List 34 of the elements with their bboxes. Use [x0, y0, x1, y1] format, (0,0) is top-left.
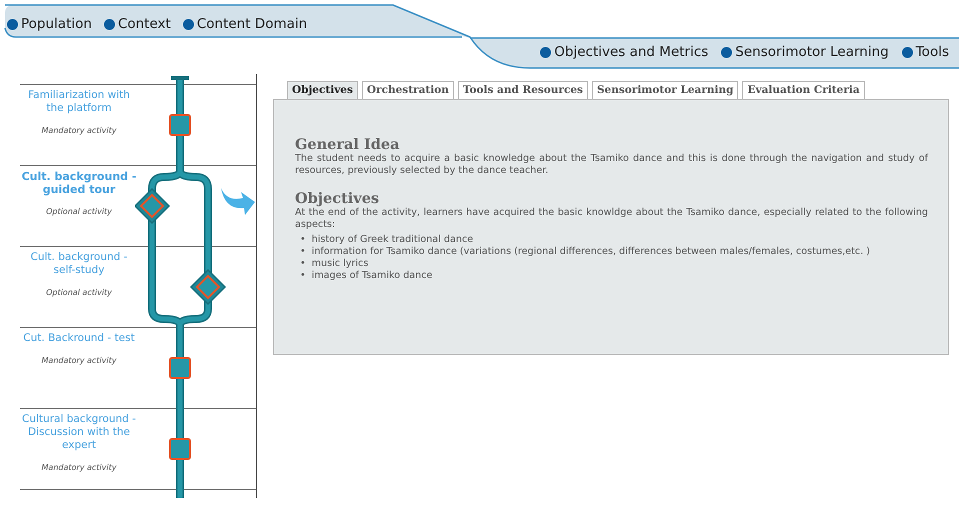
square-node-icon[interactable]: [169, 357, 191, 379]
section-heading: Objectives: [295, 190, 380, 207]
activity-type-label: Mandatory activity: [40, 355, 118, 367]
curved-arrow-icon: [221, 188, 255, 215]
tab[interactable]: Objectives: [287, 81, 358, 99]
nav-link[interactable]: Population: [21, 14, 92, 34]
tab[interactable]: Tools and Resources: [458, 81, 588, 99]
bullet: •: [300, 270, 306, 282]
square-node-icon[interactable]: [169, 114, 191, 136]
bullet: •: [300, 258, 306, 270]
square-node-icon[interactable]: [169, 438, 191, 460]
section-heading: General Idea: [295, 136, 401, 153]
list-item: music lyrics: [312, 258, 368, 270]
section-text: At the end of the activity, learners have acquired the basic knowldge about the Tsamiko dance, especially related to the following aspects:: [295, 207, 928, 230]
bullet: •: [300, 234, 306, 246]
list-item: images of Tsamiko dance: [312, 270, 432, 282]
activity-type-label: Mandatory activity: [40, 125, 118, 137]
nav-link[interactable]: Tools: [916, 42, 949, 62]
tab[interactable]: Sensorimotor Learning: [592, 81, 738, 99]
activity-type-label: Optional activity: [45, 287, 113, 299]
diamond-node-icon[interactable]: [190, 268, 226, 306]
nav-link[interactable]: Context: [118, 14, 171, 34]
diamond-node-icon[interactable]: [135, 188, 170, 224]
nav-link[interactable]: Content Domain: [196, 14, 308, 34]
nav-link[interactable]: Objectives and Metrics: [554, 42, 708, 62]
nav-link[interactable]: Sensorimotor Learning: [735, 42, 889, 62]
bullet: •: [300, 246, 306, 258]
tab[interactable]: Orchestration: [362, 81, 454, 99]
tab[interactable]: Evaluation Criteria: [742, 81, 865, 99]
list-item: information for Tsamiko dance (variations (regional differences, differences between males/females, costumes,etc. ): [312, 246, 870, 258]
activity-type-label: Optional activity: [45, 206, 113, 218]
list-item: history of Greek traditional dance: [312, 234, 474, 246]
activity-type-label: Mandatory activity: [40, 462, 118, 474]
section-text: The student needs to acquire a basic knowledge about the Tsamiko dance and this is done through the navigation and study of resources, previously selected by the dance teacher.: [295, 153, 928, 176]
